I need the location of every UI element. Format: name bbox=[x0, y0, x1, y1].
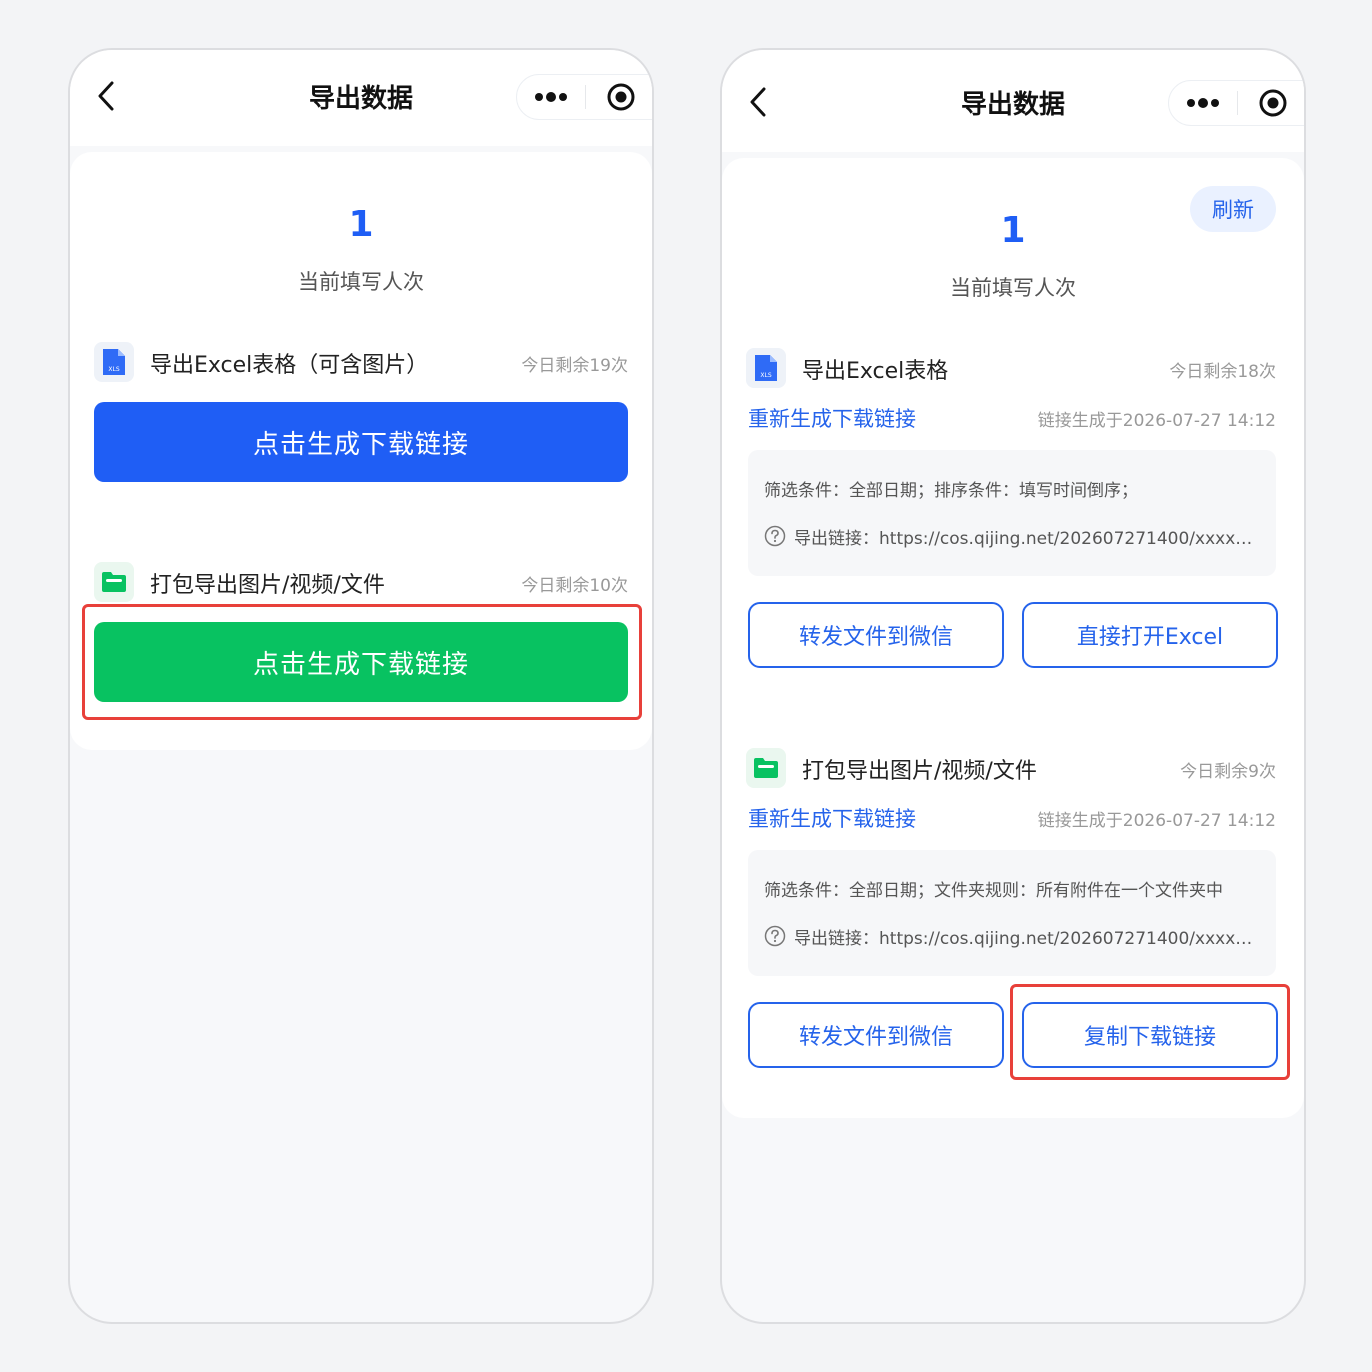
svg-text:XLS: XLS bbox=[108, 366, 119, 373]
media-section-title: 打包导出图片/视频/文件 bbox=[150, 573, 385, 598]
xls-file-icon: XLS bbox=[746, 348, 786, 388]
excel-forward-wechat-button[interactable]: 转发文件到微信 bbox=[748, 602, 1004, 668]
generate-excel-link-button[interactable]: 点击生成下载链接 bbox=[94, 402, 628, 482]
excel-filter-conditions: 筛选条件：全部日期；排序条件：填写时间倒序； bbox=[764, 481, 1138, 501]
media-info-box: 筛选条件：全部日期；文件夹规则：所有附件在一个文件夹中 导出链接：https:/… bbox=[748, 850, 1276, 976]
media-remaining-count: 今日剩余9次 bbox=[1180, 762, 1276, 782]
excel-export-link: 导出链接：https://cos.qijing.net/202607271400… bbox=[764, 524, 1258, 549]
close-miniprogram-button[interactable] bbox=[1238, 81, 1304, 125]
excel-regen-row: 重新生成下载链接 链接生成于2026-07-27 14:12 bbox=[748, 403, 1276, 435]
excel-info-box: 筛选条件：全部日期；排序条件：填写时间倒序； 导出链接：https://cos.… bbox=[748, 450, 1276, 576]
excel-regenerate-link[interactable]: 重新生成下载链接 bbox=[748, 403, 916, 433]
excel-generated-time: 链接生成于2026-07-27 14:12 bbox=[1037, 411, 1276, 431]
excel-section-header: XLS 导出Excel表格 今日剩余18次 bbox=[746, 348, 1276, 388]
excel-section-header: XLS 导出Excel表格（可含图片） 今日剩余19次 bbox=[94, 342, 628, 382]
export-card: 1 当前填写人次 XLS 导出Excel表格（可含图片） 今日剩余19次 点击生… bbox=[70, 152, 652, 750]
excel-remaining-count: 今日剩余18次 bbox=[1169, 362, 1276, 382]
export-card: 刷新 1 当前填写人次 XLS 导出Excel表格 今日剩余18次 重新生成下载… bbox=[722, 158, 1304, 1118]
xls-file-icon: XLS bbox=[94, 342, 134, 382]
folder-icon bbox=[746, 748, 786, 788]
excel-remaining-count: 今日剩余19次 bbox=[521, 356, 628, 376]
more-button[interactable] bbox=[1169, 81, 1237, 125]
media-section-header: 打包导出图片/视频/文件 今日剩余10次 bbox=[94, 562, 628, 602]
media-forward-wechat-button[interactable]: 转发文件到微信 bbox=[748, 1002, 1004, 1068]
folder-icon bbox=[94, 562, 134, 602]
fill-count-label: 当前填写人次 bbox=[950, 276, 1076, 300]
svg-text:XLS: XLS bbox=[760, 372, 771, 379]
more-button[interactable] bbox=[517, 75, 585, 119]
media-filter-conditions: 筛选条件：全部日期；文件夹规则：所有附件在一个文件夹中 bbox=[764, 881, 1223, 901]
media-remaining-count: 今日剩余10次 bbox=[521, 576, 628, 596]
question-circle-icon[interactable] bbox=[764, 525, 786, 547]
excel-section-title: 导出Excel表格 bbox=[802, 359, 949, 384]
fill-count-value: 1 bbox=[348, 204, 374, 245]
media-generated-time: 链接生成于2026-07-27 14:12 bbox=[1037, 811, 1276, 831]
close-miniprogram-button[interactable] bbox=[586, 75, 652, 119]
generate-media-link-button[interactable]: 点击生成下载链接 bbox=[94, 622, 628, 702]
nav-bar: 导出数据 bbox=[70, 50, 652, 146]
excel-export-link-text: 导出链接：https://cos.qijing.net/202607271400… bbox=[794, 529, 1258, 549]
excel-section-title: 导出Excel表格（可含图片） bbox=[150, 353, 429, 378]
question-circle-icon[interactable] bbox=[764, 925, 786, 947]
media-section-header: 打包导出图片/视频/文件 今日剩余9次 bbox=[746, 748, 1276, 788]
phone-screen-right: 导出数据 刷新 1 当前填写人次 XLS 导出Excel表格 今日剩余18次 重… bbox=[720, 48, 1306, 1324]
more-dots-icon bbox=[1187, 98, 1219, 108]
media-regenerate-link[interactable]: 重新生成下载链接 bbox=[748, 803, 916, 833]
mini-program-capsule bbox=[516, 74, 652, 120]
target-circle-icon bbox=[1259, 89, 1287, 117]
open-excel-button[interactable]: 直接打开Excel bbox=[1022, 602, 1278, 668]
media-regen-row: 重新生成下载链接 链接生成于2026-07-27 14:12 bbox=[748, 803, 1276, 835]
nav-bar: 导出数据 bbox=[722, 50, 1304, 152]
more-dots-icon bbox=[535, 92, 567, 102]
phone-screen-left: 导出数据 1 当前填写人次 XLS 导出Excel表格（可含图片） 今日剩余19… bbox=[68, 48, 654, 1324]
fill-count-value: 1 bbox=[1000, 210, 1026, 251]
mini-program-capsule bbox=[1168, 80, 1304, 126]
media-export-link-text: 导出链接：https://cos.qijing.net/202607271400… bbox=[794, 929, 1258, 949]
copy-download-link-button[interactable]: 复制下载链接 bbox=[1022, 1002, 1278, 1068]
media-export-link: 导出链接：https://cos.qijing.net/202607271400… bbox=[764, 924, 1258, 949]
target-circle-icon bbox=[607, 83, 635, 111]
media-section-title: 打包导出图片/视频/文件 bbox=[802, 759, 1037, 784]
fill-count-label: 当前填写人次 bbox=[298, 270, 424, 294]
